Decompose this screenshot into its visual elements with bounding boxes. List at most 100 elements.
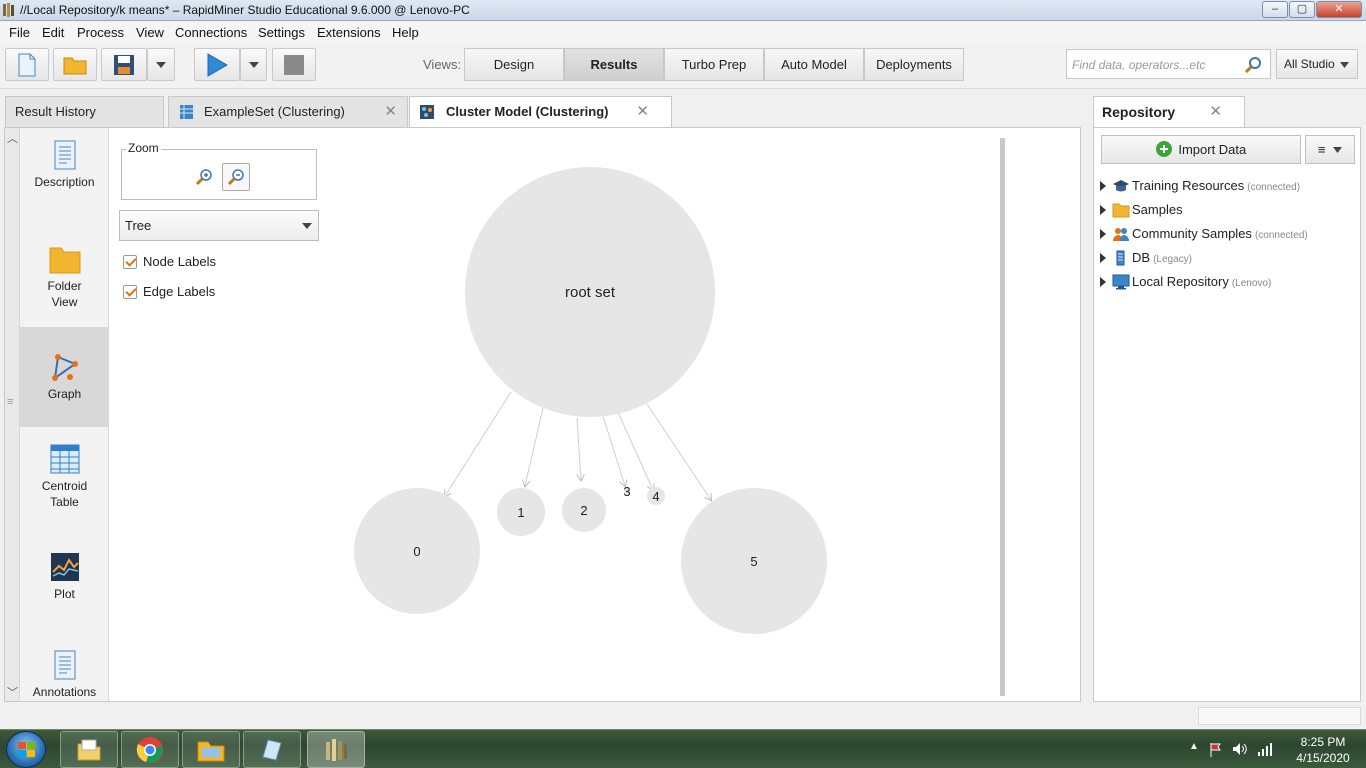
taskbar-explorer-button[interactable] (60, 731, 118, 768)
windows-taskbar: ▲ 8:25 PM 4/15/2020 (0, 729, 1366, 768)
tab-repository[interactable]: Repository ✕ (1093, 96, 1245, 127)
save-button[interactable] (101, 48, 147, 81)
repo-item-status: (connected) (1247, 182, 1301, 193)
run-button[interactable] (194, 48, 240, 81)
minimize-button[interactable]: – (1262, 1, 1288, 18)
scroll-down-icon[interactable]: ﹀ (7, 684, 18, 700)
nav-graph[interactable]: Graph (20, 327, 109, 427)
stop-button[interactable] (272, 48, 316, 81)
import-data-label: Import Data (1178, 142, 1247, 157)
folder-icon (63, 57, 87, 74)
repository-tab-label: Repository (1102, 104, 1176, 120)
new-process-button[interactable] (5, 48, 49, 81)
expand-arrow-icon[interactable] (1100, 253, 1106, 263)
nav-graph-label: Graph (47, 387, 82, 401)
cluster-tree-graph[interactable]: root set 0 1 2 3 4 5 (115, 138, 995, 698)
run-dropdown-button[interactable] (240, 48, 267, 81)
nav-description[interactable]: Description (20, 140, 109, 240)
chevron-down-icon (1333, 147, 1343, 153)
computer-icon (1112, 274, 1130, 290)
graduation-cap-icon (1113, 180, 1129, 192)
menu-extensions[interactable]: Extensions (317, 25, 381, 40)
repository-body: Import Data ≡ Training Resources (connect… (1093, 127, 1361, 702)
table-icon (180, 105, 193, 119)
start-button[interactable] (6, 731, 46, 768)
repository-menu-button[interactable]: ≡ (1305, 135, 1355, 164)
taskbar-rapidminer-button[interactable] (307, 731, 365, 768)
action-center-flag-icon[interactable] (1209, 742, 1223, 758)
view-turbo-prep-tab[interactable]: Turbo Prep (664, 48, 764, 81)
open-process-button[interactable] (53, 48, 97, 81)
close-button[interactable]: ✕ (1316, 1, 1362, 18)
taskbar-notes-button[interactable] (243, 731, 301, 768)
save-disk-icon (114, 54, 134, 75)
scroll-up-icon[interactable]: ︿ (7, 130, 18, 146)
cluster-node-0-label: 0 (413, 544, 420, 559)
result-view-nav: Description Folder View Graph Centroid Tab… (20, 128, 109, 701)
show-hidden-icons-icon[interactable]: ▲ (1189, 741, 1199, 752)
folder-icon (197, 741, 225, 761)
tab-result-history[interactable]: Result History (5, 96, 164, 127)
menu-connections[interactable]: Connections (175, 25, 247, 40)
edge-root-5 (646, 403, 711, 500)
close-tab-icon[interactable]: ✕ (636, 97, 649, 126)
menu-settings[interactable]: Settings (258, 25, 305, 40)
side-nav-scrollbar[interactable]: ︿ ≡ ﹀ (5, 128, 20, 701)
repo-item-status: (connected) (1254, 230, 1308, 241)
cluster-node-1-label: 1 (517, 505, 524, 520)
edge-root-0 (445, 391, 512, 496)
search-icon[interactable] (1245, 56, 1262, 73)
nav-annotations[interactable]: Annotations (20, 650, 109, 701)
close-tab-icon[interactable]: ✕ (384, 97, 397, 126)
repo-item-status: (Legacy) (1153, 254, 1192, 265)
new-file-icon (18, 53, 36, 76)
view-design-tab[interactable]: Design (464, 48, 564, 81)
tab-cluster-model[interactable]: Cluster Model (Clustering) ✕ (409, 96, 672, 128)
menu-edit[interactable]: Edit (42, 25, 64, 40)
volume-icon[interactable] (1232, 742, 1248, 756)
clock-time: 8:25 PM (1300, 735, 1346, 749)
save-dropdown-button[interactable] (147, 48, 175, 81)
taskbar-chrome-button[interactable] (121, 731, 179, 768)
clock-date: 4/15/2020 (1296, 751, 1350, 765)
cluster-node-5-label: 5 (750, 554, 757, 569)
view-deployments-tab[interactable]: Deployments (864, 48, 964, 81)
cluster-model-panel: ︿ ≡ ﹀ Description Folder View Graph Centr… (4, 127, 1081, 702)
import-data-button[interactable]: Import Data (1101, 135, 1301, 164)
search-input[interactable]: Find data, operators...etc (1066, 49, 1271, 79)
expand-arrow-icon[interactable] (1100, 181, 1106, 191)
chevron-down-icon (1340, 62, 1349, 68)
nav-centroid-table[interactable]: Centroid Table (20, 444, 109, 544)
taskbar-folder-button[interactable] (182, 731, 240, 768)
tab-exampleset[interactable]: ExampleSet (Clustering) ✕ (168, 96, 408, 127)
menu-help[interactable]: Help (392, 25, 419, 40)
close-tab-icon[interactable]: ✕ (1209, 97, 1222, 127)
folder-icon (1112, 203, 1130, 218)
menu-file[interactable]: File (9, 25, 30, 40)
expand-arrow-icon[interactable] (1100, 229, 1106, 239)
view-auto-model-tab[interactable]: Auto Model (764, 48, 864, 81)
root-node-label: root set (565, 284, 616, 301)
results-tab-bar: Result History ExampleSet (Clustering) ✕… (0, 90, 1090, 128)
folder-label-line2: View (51, 295, 78, 309)
menu-process[interactable]: Process (77, 25, 124, 40)
view-results-tab[interactable]: Results (564, 48, 664, 81)
menu-view[interactable]: View (136, 25, 164, 40)
repo-item-name: Samples (1132, 202, 1183, 217)
chevron-down-icon (156, 61, 166, 68)
scroll-grip-icon[interactable]: ≡ (7, 396, 13, 408)
cluster-node-4-label: 4 (652, 489, 659, 504)
maximize-button[interactable]: ▢ (1289, 1, 1315, 18)
nav-folder-view-label: Folder View (20, 278, 109, 310)
all-studio-dropdown[interactable]: All Studio (1276, 49, 1358, 79)
stop-icon (284, 54, 304, 75)
expand-arrow-icon[interactable] (1100, 277, 1106, 287)
taskbar-clock[interactable]: 8:25 PM 4/15/2020 (1288, 734, 1358, 766)
hamburger-icon: ≡ (1317, 142, 1326, 157)
graph-splitter[interactable] (1000, 138, 1005, 696)
network-signal-icon[interactable] (1257, 742, 1273, 756)
edge-root-3 (602, 415, 625, 486)
table-icon (50, 444, 79, 474)
expand-arrow-icon[interactable] (1100, 205, 1106, 215)
nav-plot[interactable]: Plot (20, 552, 109, 652)
